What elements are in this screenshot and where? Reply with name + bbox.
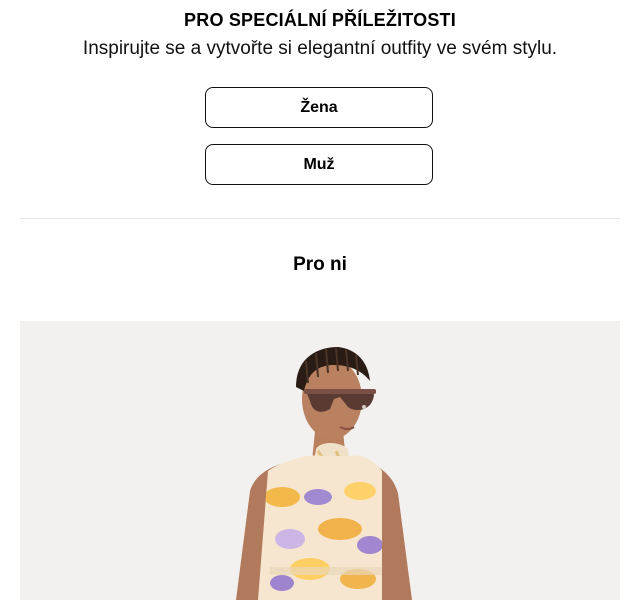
model-illustration <box>20 321 620 600</box>
page: PRO SPECIÁLNÍ PŘÍLEŽITOSTI Inspirujte se… <box>0 0 640 600</box>
women-button[interactable]: Žena <box>205 87 433 128</box>
page-subtitle: Inspirujte se a vytvořte si elegantní ou… <box>82 38 558 59</box>
section-title: Pro ni <box>293 254 347 275</box>
page-title: PRO SPECIÁLNÍ PŘÍLEŽITOSTI <box>184 10 456 30</box>
men-button[interactable]: Muž <box>205 144 433 185</box>
section-divider <box>20 218 620 219</box>
product-image[interactable] <box>20 321 620 600</box>
